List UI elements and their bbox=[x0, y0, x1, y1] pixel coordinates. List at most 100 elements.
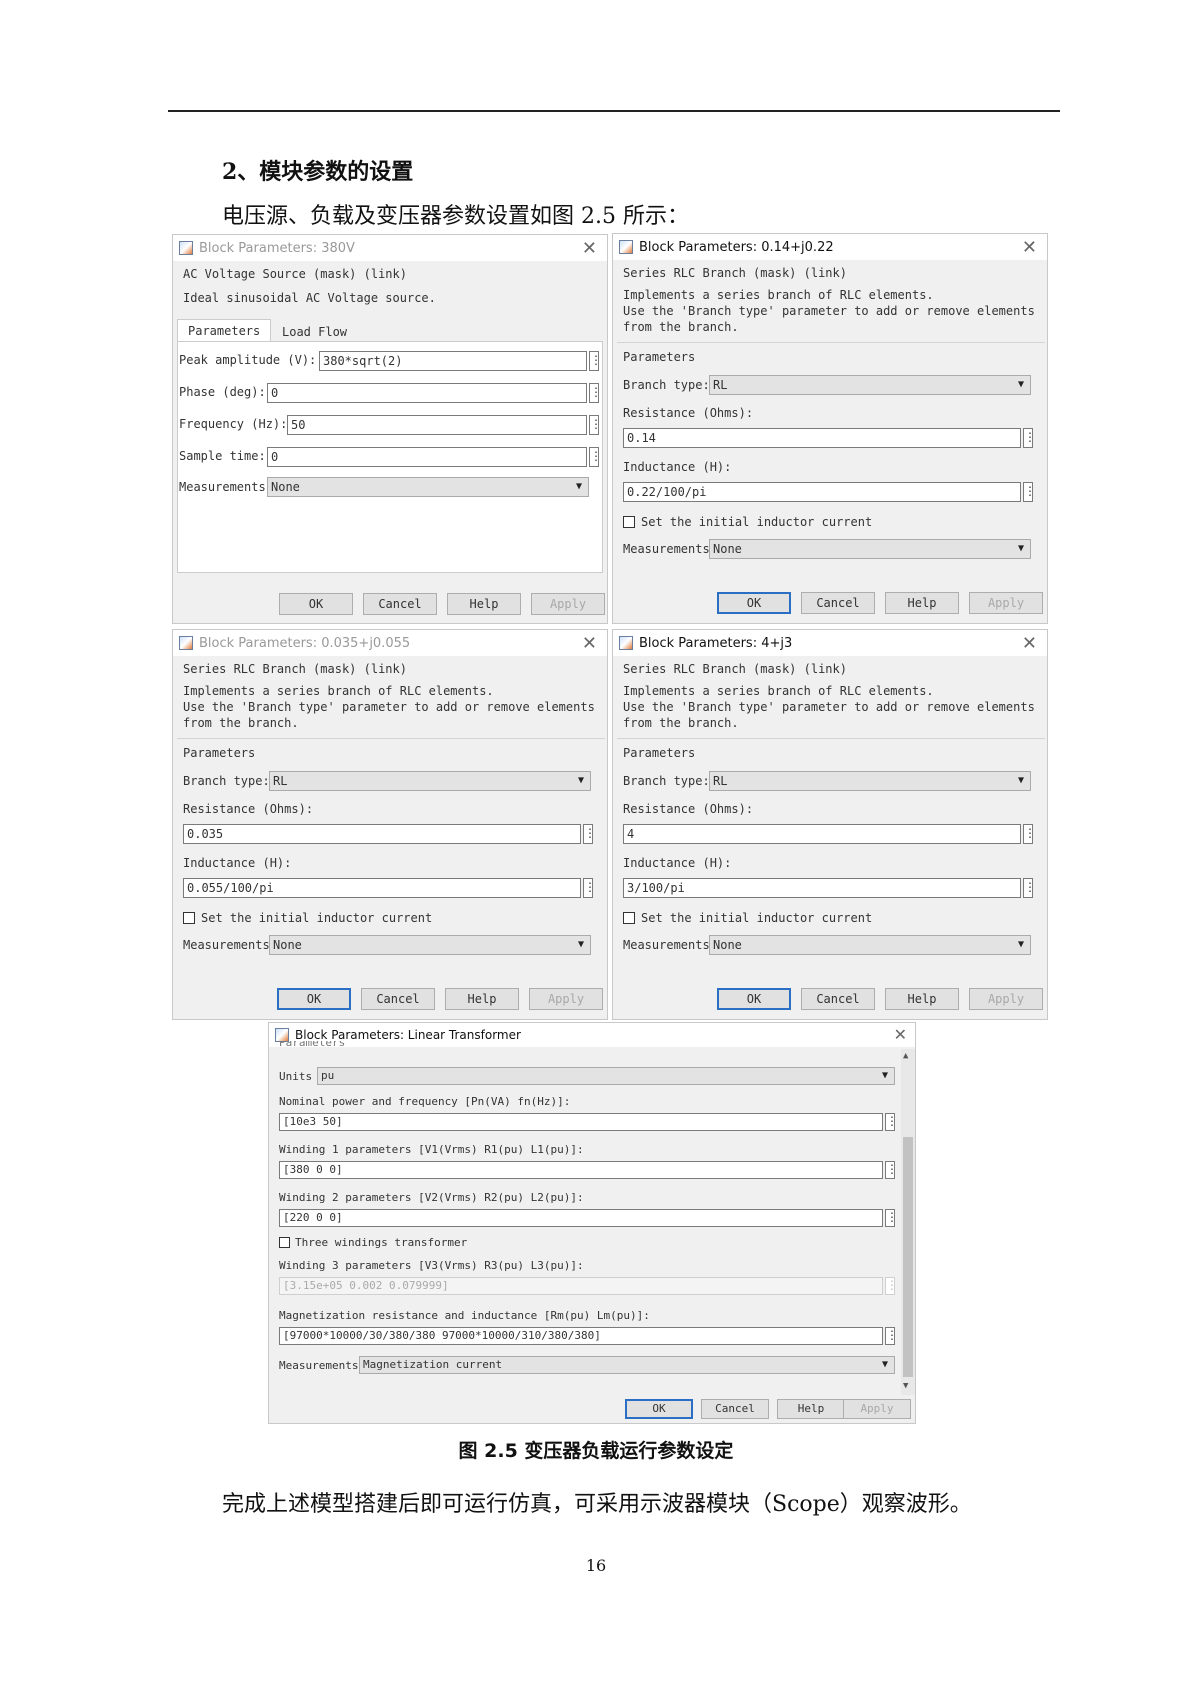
cancel-button[interactable]: Cancel bbox=[361, 988, 435, 1010]
chevron-down-icon: ▼ bbox=[881, 1070, 888, 1081]
measurements-label: Measurements bbox=[179, 480, 266, 494]
branch-type-value: RL bbox=[713, 378, 728, 392]
close-icon[interactable]: ✕ bbox=[582, 238, 597, 259]
measurements-value: None bbox=[273, 938, 302, 952]
scroll-down-icon[interactable]: ▼ bbox=[903, 1381, 908, 1391]
cancel-button[interactable]: Cancel bbox=[363, 593, 437, 615]
branch-type-label: Branch type: bbox=[183, 774, 270, 788]
ellipsis-icon[interactable]: ⋮ bbox=[589, 447, 602, 467]
help-button[interactable]: Help bbox=[885, 592, 959, 614]
help-button[interactable]: Help bbox=[885, 988, 959, 1010]
ok-button[interactable]: OK bbox=[279, 593, 353, 615]
apply-button[interactable]: Apply bbox=[843, 1399, 911, 1419]
resistance-field[interactable]: 0.14 bbox=[623, 428, 1021, 448]
tab-parameters[interactable]: Parameters bbox=[177, 319, 272, 341]
inductance-field[interactable]: 0.22/100/pi bbox=[623, 482, 1021, 502]
branch-type-select[interactable]: RL ▼ bbox=[709, 771, 1031, 791]
winding2-field[interactable]: [220 0 0] bbox=[279, 1209, 883, 1227]
units-select[interactable]: pu ▼ bbox=[317, 1067, 895, 1085]
branch-type-select[interactable]: RL ▼ bbox=[269, 771, 591, 791]
initial-current-checkbox[interactable] bbox=[623, 516, 635, 528]
ellipsis-icon[interactable]: ⋮ bbox=[885, 1209, 898, 1227]
initial-current-label: Set the initial inductor current bbox=[641, 911, 873, 925]
ellipsis-icon[interactable]: ⋮ bbox=[885, 1277, 898, 1295]
initial-current-checkbox[interactable] bbox=[623, 912, 635, 924]
vertical-scrollbar[interactable]: ▲ ▼ bbox=[901, 1049, 915, 1395]
ellipsis-icon[interactable]: ⋮ bbox=[589, 415, 602, 435]
rlc2-desc-line-1: Implements a series branch of RLC elemen… bbox=[183, 684, 494, 698]
apply-button[interactable]: Apply bbox=[531, 593, 605, 615]
ok-button[interactable]: OK bbox=[277, 988, 351, 1010]
resistance-label: Resistance (Ohms): bbox=[183, 802, 314, 816]
phase-field[interactable]: 0 bbox=[267, 383, 587, 403]
ok-button[interactable]: OK bbox=[717, 592, 791, 614]
ellipsis-icon[interactable]: ⋮ bbox=[589, 383, 602, 403]
inductance-field[interactable]: 0.055/100/pi bbox=[183, 878, 581, 898]
help-button[interactable]: Help bbox=[777, 1399, 845, 1419]
cancel-button[interactable]: Cancel bbox=[701, 1399, 769, 1419]
peak-amplitude-field[interactable]: 380*sqrt(2) bbox=[319, 351, 587, 371]
nominal-power-label: Nominal power and frequency [Pn(VA) fn(H… bbox=[279, 1095, 571, 1108]
frequency-field[interactable]: 50 bbox=[287, 415, 587, 435]
ok-button[interactable]: OK bbox=[625, 1399, 693, 1419]
close-icon[interactable]: ✕ bbox=[1022, 237, 1037, 258]
three-windings-checkbox[interactable] bbox=[279, 1237, 290, 1248]
measurements-value: None bbox=[271, 480, 300, 494]
branch-type-select[interactable]: RL ▼ bbox=[709, 375, 1031, 395]
cancel-button[interactable]: Cancel bbox=[801, 592, 875, 614]
nominal-power-field[interactable]: [10e3 50] bbox=[279, 1113, 883, 1131]
ok-button[interactable]: OK bbox=[717, 988, 791, 1010]
units-value: pu bbox=[321, 1069, 335, 1082]
cancel-button[interactable]: Cancel bbox=[801, 988, 875, 1010]
measurements-select[interactable]: None ▼ bbox=[709, 539, 1031, 559]
simulink-block-icon bbox=[619, 240, 633, 254]
ellipsis-icon[interactable]: ⋮ bbox=[583, 878, 596, 898]
chevron-down-icon: ▼ bbox=[575, 481, 582, 492]
close-icon[interactable]: ✕ bbox=[894, 1025, 907, 1044]
rlc1-parameters-divider bbox=[617, 342, 1045, 343]
rlc1-title-bar: Block Parameters: 0.14+j0.22 ✕ bbox=[613, 234, 1047, 260]
rlc2-parameters-label: Parameters bbox=[183, 746, 256, 760]
initial-current-checkbox[interactable] bbox=[183, 912, 195, 924]
close-icon[interactable]: ✕ bbox=[582, 633, 597, 654]
apply-button[interactable]: Apply bbox=[969, 592, 1043, 614]
measurements-select[interactable]: None ▼ bbox=[267, 477, 589, 497]
linear-transformer-dialog: Block Parameters: Linear Transformer ✕ P… bbox=[268, 1022, 916, 1424]
rlc3-desc-line-3: from the branch. bbox=[623, 716, 739, 730]
simulink-block-icon bbox=[179, 636, 193, 650]
measurements-label: Measurements bbox=[623, 938, 710, 952]
inductance-label: Inductance (H): bbox=[623, 856, 732, 870]
resistance-field[interactable]: 0.035 bbox=[183, 824, 581, 844]
winding3-field[interactable]: [3.15e+05 0.002 0.079999] bbox=[279, 1277, 883, 1295]
sample-time-field[interactable]: 0 bbox=[267, 447, 587, 467]
magnetization-field[interactable]: [97000*10000/30/380/380 97000*10000/310/… bbox=[279, 1327, 883, 1345]
apply-button[interactable]: Apply bbox=[969, 988, 1043, 1010]
measurements-select[interactable]: Magnetization current ▼ bbox=[359, 1356, 895, 1374]
inductance-field[interactable]: 3/100/pi bbox=[623, 878, 1021, 898]
scrollbar-thumb[interactable] bbox=[903, 1137, 913, 1377]
ellipsis-icon[interactable]: ⋮ bbox=[583, 824, 596, 844]
rlc-dialog-1: Block Parameters: 0.14+j0.22 ✕ Series RL… bbox=[612, 233, 1048, 624]
rlc3-mask-title: Series RLC Branch (mask) (link) bbox=[623, 662, 847, 676]
help-button[interactable]: Help bbox=[445, 988, 519, 1010]
apply-button[interactable]: Apply bbox=[529, 988, 603, 1010]
ellipsis-icon[interactable]: ⋮ bbox=[885, 1327, 898, 1345]
resistance-field[interactable]: 4 bbox=[623, 824, 1021, 844]
help-button[interactable]: Help bbox=[447, 593, 521, 615]
rlc2-title-bar: Block Parameters: 0.035+j0.055 ✕ bbox=[173, 630, 607, 656]
ellipsis-icon[interactable]: ⋮ bbox=[1023, 482, 1036, 502]
tab-load-flow[interactable]: Load Flow bbox=[271, 321, 358, 341]
measurements-select[interactable]: None ▼ bbox=[709, 935, 1031, 955]
scroll-up-icon[interactable]: ▲ bbox=[903, 1051, 908, 1061]
ellipsis-icon[interactable]: ⋮ bbox=[1023, 428, 1036, 448]
ellipsis-icon[interactable]: ⋮ bbox=[1023, 878, 1036, 898]
ellipsis-icon[interactable]: ⋮ bbox=[885, 1161, 898, 1179]
rlc-dialog-3: Block Parameters: 4+j3 ✕ Series RLC Bran… bbox=[612, 629, 1048, 1020]
ellipsis-icon[interactable]: ⋮ bbox=[885, 1113, 898, 1131]
ellipsis-icon[interactable]: ⋮ bbox=[589, 351, 602, 371]
measurements-select[interactable]: None ▼ bbox=[269, 935, 591, 955]
rlc-dialog-2: Block Parameters: 0.035+j0.055 ✕ Series … bbox=[172, 629, 608, 1020]
ellipsis-icon[interactable]: ⋮ bbox=[1023, 824, 1036, 844]
close-icon[interactable]: ✕ bbox=[1022, 633, 1037, 654]
winding1-field[interactable]: [380 0 0] bbox=[279, 1161, 883, 1179]
